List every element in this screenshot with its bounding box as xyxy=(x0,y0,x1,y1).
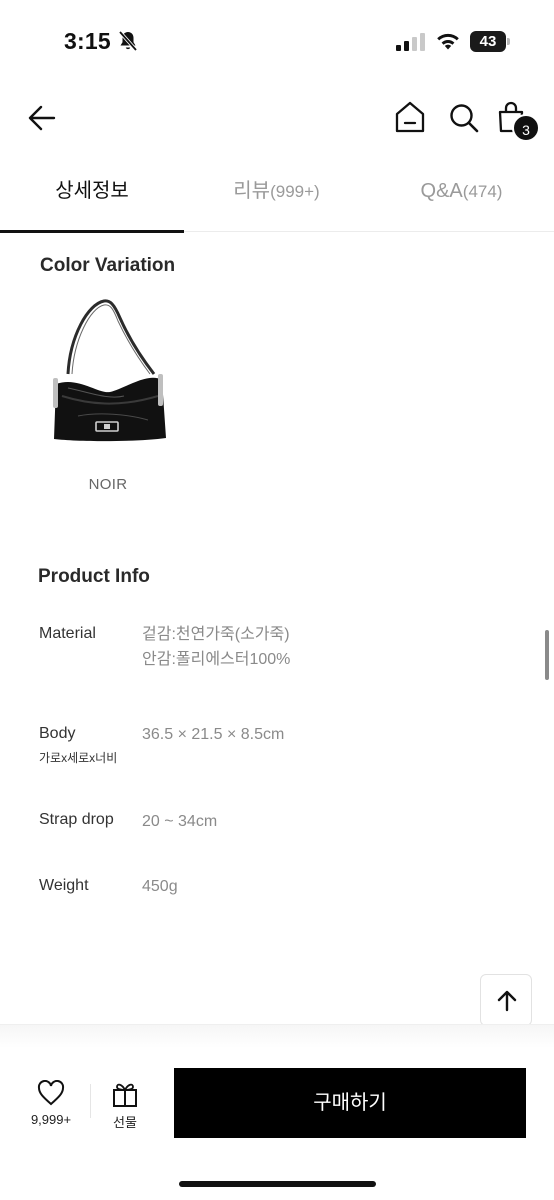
info-value-material: 겉감:천연가죽(소가죽) 안감:폴리에스터100% xyxy=(142,622,290,672)
buy-button[interactable]: 구매하기 xyxy=(174,1068,526,1138)
product-info-title: Product Info xyxy=(38,566,150,587)
info-value-strap-drop: 20 ~ 34cm xyxy=(142,813,218,830)
info-value-material-lining: 안감:폴리에스터100% xyxy=(142,651,291,668)
battery-icon: 43 xyxy=(470,31,510,52)
tab-details-label: 상세정보 xyxy=(55,180,129,202)
color-caption: NOIR xyxy=(88,476,128,493)
info-value-body: 36.5 × 21.5 × 8.5cm xyxy=(142,726,285,743)
info-label-strap-drop: Strap drop xyxy=(39,811,114,828)
bottom-separator xyxy=(90,1084,91,1118)
home-icon[interactable] xyxy=(394,100,426,134)
tab-qna[interactable]: Q&A(474) xyxy=(369,160,554,232)
back-arrow-icon[interactable] xyxy=(26,102,58,134)
wifi-icon xyxy=(437,33,459,50)
info-label-body: Body xyxy=(39,725,76,742)
color-variation-title: Color Variation xyxy=(40,255,176,276)
app-header: 3 xyxy=(0,92,554,148)
scrollbar-thumb[interactable] xyxy=(545,630,549,680)
like-button[interactable]: 9,999+ xyxy=(20,1078,82,1138)
info-label-material: Material xyxy=(39,625,96,642)
content-divider xyxy=(0,1024,554,1048)
gift-button[interactable]: 선물 xyxy=(104,1078,146,1138)
active-tab-indicator xyxy=(0,230,184,233)
cart-count-badge: 3 xyxy=(512,114,540,142)
cellular-signal-icon xyxy=(396,33,425,51)
search-icon[interactable] xyxy=(448,102,480,134)
battery-level: 43 xyxy=(479,33,497,50)
detail-tabs: 상세정보 리뷰(999+) Q&A(474) xyxy=(0,160,554,233)
arrow-up-icon xyxy=(497,990,517,1012)
tab-reviews[interactable]: 리뷰(999+) xyxy=(184,160,369,232)
tab-qna-count: (474) xyxy=(462,182,503,201)
home-indicator xyxy=(179,1181,376,1187)
info-value-weight: 450g xyxy=(142,878,178,895)
bottom-action-bar: 9,999+ 선물 구매하기 xyxy=(0,1048,554,1200)
gift-icon xyxy=(113,1083,137,1107)
info-value-material-outer: 겉감:천연가죽(소가죽) xyxy=(142,626,290,643)
gift-label: 선물 xyxy=(113,1115,137,1130)
tab-reviews-count: (999+) xyxy=(270,182,320,201)
bag-thumbnail-noir[interactable] xyxy=(48,296,168,464)
info-label-weight: Weight xyxy=(39,877,89,894)
tab-reviews-label: 리뷰 xyxy=(233,180,271,202)
status-bar: 3:15 43 xyxy=(0,0,554,84)
scroll-to-top-button[interactable] xyxy=(480,974,532,1026)
tab-details[interactable]: 상세정보 xyxy=(0,160,184,233)
like-count: 9,999+ xyxy=(30,1112,72,1127)
status-time: 3:15 xyxy=(64,28,111,54)
tab-qna-label: Q&A xyxy=(420,180,463,202)
heart-icon xyxy=(37,1080,65,1106)
info-sublabel-body: 가로x세로x너비 xyxy=(39,751,118,765)
bell-slash-icon xyxy=(118,30,138,52)
